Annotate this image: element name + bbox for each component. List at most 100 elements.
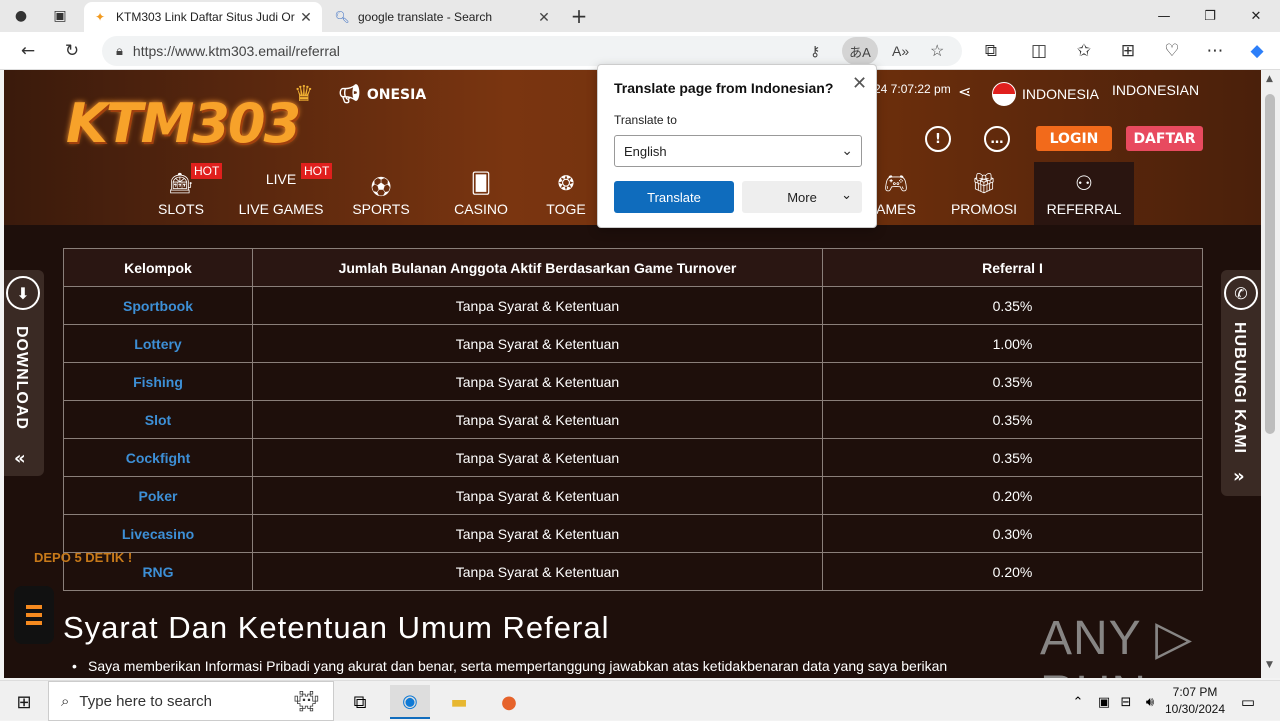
more-button[interactable]: More ⌄ [742, 181, 862, 213]
key-icon[interactable]: ⚷ [810, 43, 820, 60]
language-text: INDONESIAN [1112, 82, 1200, 98]
table-row: Slot Tanpa Syarat & Ketentuan 0.35% [63, 400, 1203, 439]
floating-menu-button[interactable] [14, 586, 54, 644]
header-datetime: 24 7:07:22 pm [874, 82, 951, 96]
translate-button[interactable]: Translate [614, 181, 734, 213]
scrollbar-thumb[interactable] [1265, 94, 1275, 434]
close-tab-icon[interactable]: ✕ [536, 9, 552, 26]
notification-icon[interactable]: ▭ [1228, 685, 1268, 719]
close-icon[interactable]: ✕ [852, 73, 867, 94]
nav-label: SPORTS [352, 200, 410, 217]
taskbar-search[interactable]: ⌕ Type here to search 👾︎ [48, 681, 334, 721]
collapse-left-icon[interactable]: « [14, 448, 26, 469]
firefox-icon[interactable]: ● [489, 685, 529, 719]
requirement-cell: Tanpa Syarat & Ketentuan [252, 438, 823, 477]
group-cell: Fishing [63, 362, 253, 401]
selected-language: English [624, 143, 667, 159]
taskbar-clock[interactable]: 7:07 PM 10/30/2024 [1164, 684, 1226, 718]
chevron-down-icon: ⌄ [841, 187, 852, 202]
rate-cell: 1.00% [822, 324, 1203, 363]
group-cell: Slot [63, 400, 253, 439]
translate-popup: Translate page from Indonesian? ✕ Transl… [597, 64, 877, 228]
announcement-text: ONESIA [366, 86, 427, 103]
chevron-down-icon: ⌄ [841, 142, 853, 158]
favorites-icon[interactable]: ✩ [1069, 36, 1099, 66]
favorite-star-icon[interactable]: ☆ [930, 41, 944, 61]
scroll-up-icon[interactable]: ▲ [1266, 74, 1273, 84]
profile-icon[interactable]: ● [10, 5, 32, 27]
extensions-icon[interactable]: ⧉ [976, 36, 1006, 66]
maximize-button[interactable]: ❐ [1187, 0, 1233, 32]
country-selector[interactable]: INDONESIA [992, 82, 1099, 106]
group-cell: Poker [63, 476, 253, 515]
nav-sports[interactable]: ⚽︎ SPORTS [331, 162, 431, 225]
table-row: Lottery Tanpa Syarat & Ketentuan 1.00% [63, 324, 1203, 363]
menu-bar [26, 605, 42, 609]
login-button[interactable]: LOGIN [1036, 126, 1112, 151]
ktm303-logo[interactable]: KTM303 [66, 92, 301, 155]
phone-icon[interactable]: ✆ [1224, 276, 1258, 310]
new-tab-button[interactable]: + [568, 4, 590, 28]
tab-actions-icon[interactable]: ▣ [49, 5, 71, 27]
split-screen-icon[interactable]: ◫ [1024, 36, 1054, 66]
language-select[interactable]: English ⌄ [614, 135, 862, 167]
anyrun-watermark: ANY ▷ RUN [1040, 612, 1194, 678]
more-label: More [787, 189, 817, 205]
read-aloud-icon[interactable]: A» [892, 43, 909, 59]
file-explorer-icon[interactable]: ▬ [439, 685, 479, 719]
nav-label: TOGE [546, 200, 586, 217]
translate-to-label: Translate to [614, 113, 677, 127]
nav-togel[interactable]: ❂ TOGE [531, 162, 601, 225]
nav-label: PROMOSI [950, 200, 1018, 217]
language-selector[interactable]: INDONESIAN [1112, 82, 1199, 98]
nav-casino[interactable]: 🂠 CASINO [431, 162, 531, 225]
close-tab-icon[interactable]: ✕ [298, 9, 314, 26]
more-options-icon[interactable]: ⋯ [1200, 36, 1230, 66]
copilot-icon[interactable]: ◆ [1242, 36, 1272, 66]
tab-bar: ● ▣ ✦ KTM303 Link Daftar Situs Judi Or ✕… [0, 0, 1280, 32]
daftar-button[interactable]: DAFTAR [1126, 126, 1203, 151]
megaphone-icon: 📢︎ [338, 84, 361, 105]
playing-card-icon: 🂠 [470, 172, 492, 195]
column-header: Jumlah Bulanan Anggota Aktif Berdasarkan… [252, 248, 823, 287]
contact-sidebar[interactable]: ✆ HUBUNGI KAMI » [1221, 270, 1261, 496]
performance-icon[interactable]: ♡ [1157, 36, 1187, 66]
back-arrow-icon[interactable]: ← [13, 36, 43, 66]
datetime-text: 24 7:07:22 pm [874, 82, 951, 96]
nav-live-games[interactable]: LIVE LIVE GAMES HOT [231, 162, 333, 225]
ktm-favicon-icon: ✦ [94, 10, 106, 24]
task-view-icon[interactable]: ⧉ [340, 685, 380, 719]
crown-icon: ♛ [294, 82, 314, 107]
column-header: Kelompok [63, 248, 253, 287]
url-field[interactable]: 🔒︎ https://www.ktm303.email/referral ⚷ あ… [102, 36, 962, 66]
translate-icon[interactable]: あA [842, 37, 878, 65]
close-window-button[interactable]: ✕ [1233, 0, 1279, 32]
windows-start-icon[interactable]: ⊞ [4, 685, 44, 719]
refresh-icon[interactable]: ↻ [57, 36, 87, 66]
windows-taskbar: ⊞ ⌕ Type here to search 👾︎ ⧉ ◉ ▬ ● ⌃ ▣ ⊟… [0, 680, 1280, 721]
nav-slots[interactable]: 🎰︎ SLOTS HOT [131, 162, 231, 225]
chat-icon[interactable]: … [984, 126, 1010, 152]
table-header-row: Kelompok Jumlah Bulanan Anggota Aktif Be… [63, 248, 1203, 287]
download-sidebar[interactable]: ⬇ DOWNLOAD « [4, 270, 44, 476]
info-icon[interactable]: ! [925, 126, 951, 152]
tab-google-translate[interactable]: 🔍︎ google translate - Search ✕ [326, 2, 560, 32]
share-icon[interactable]: ⋖ [958, 82, 971, 102]
nav-referral[interactable]: ⚇ REFERRAL [1034, 162, 1134, 225]
search-placeholder: Type here to search [79, 692, 212, 710]
nav-promosi[interactable]: 🎁︎ PROMOSI [934, 162, 1034, 225]
minimize-button[interactable]: — [1141, 0, 1187, 32]
tab-title: google translate - Search [358, 10, 493, 24]
rate-cell: 0.20% [822, 552, 1203, 591]
page-scrollbar[interactable]: ▲ ▼ [1261, 70, 1280, 678]
depo-banner[interactable]: DEPO 5 DETIK ! [34, 550, 132, 565]
rate-cell: 0.35% [822, 286, 1203, 325]
slot-machine-icon: 🎰︎ [168, 172, 194, 195]
group-cell: Livecasino [63, 514, 253, 553]
tab-ktm303[interactable]: ✦ KTM303 Link Daftar Situs Judi Or ✕ [84, 2, 322, 32]
download-icon[interactable]: ⬇ [6, 276, 40, 310]
scroll-down-icon[interactable]: ▼ [1266, 660, 1273, 670]
collapse-right-icon[interactable]: » [1233, 466, 1245, 487]
collections-icon[interactable]: ⊞ [1113, 36, 1143, 66]
edge-taskbar-icon[interactable]: ◉ [390, 685, 430, 719]
